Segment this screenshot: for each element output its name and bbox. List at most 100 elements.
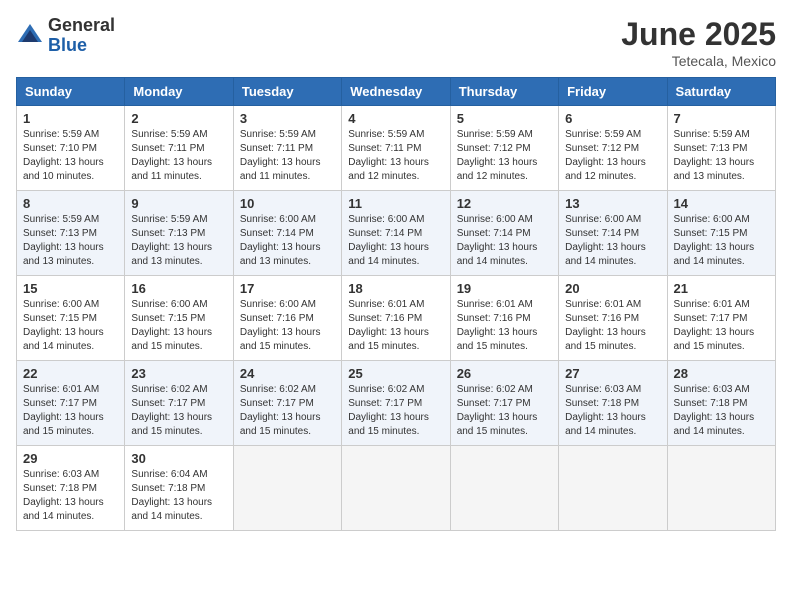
day-number: 21 (674, 281, 769, 296)
day-number: 29 (23, 451, 118, 466)
calendar-table: SundayMondayTuesdayWednesdayThursdayFrid… (16, 77, 776, 531)
day-info: Sunrise: 6:00 AMSunset: 7:15 PMDaylight:… (131, 298, 226, 354)
calendar-day-cell: 25 Sunrise: 6:02 AMSunset: 7:17 PMDayligh… (342, 361, 450, 446)
calendar-day-cell: 27Sunrise: 6:03 AMSunset: 7:18 PMDayligh… (559, 361, 667, 446)
day-number: 26 (457, 366, 552, 381)
day-info: Sunrise: 6:01 AMSunset: 7:16 PMDaylight:… (348, 298, 443, 354)
weekday-header: Sunday (17, 78, 125, 106)
calendar-day-cell: 18Sunrise: 6:01 AMSunset: 7:16 PMDayligh… (342, 276, 450, 361)
day-info: Sunrise: 6:02 AMSunset: 7:17 PMDaylight:… (457, 383, 552, 439)
day-info: Sunrise: 6:03 AMSunset: 7:18 PMDaylight:… (565, 383, 660, 439)
day-number: 10 (240, 196, 335, 211)
calendar-day-cell: 3 Sunrise: 5:59 AMSunset: 7:11 PMDaylight… (233, 106, 341, 191)
day-info: Sunrise: 6:02 AMSunset: 7:17 PMDaylight:… (240, 383, 335, 439)
day-info: Sunrise: 6:01 AMSunset: 7:17 PMDaylight:… (23, 383, 118, 439)
calendar-week-row: 15 Sunrise: 6:00 AMSunset: 7:15 PMDayligh… (17, 276, 776, 361)
calendar-day-cell: 16 Sunrise: 6:00 AMSunset: 7:15 PMDayligh… (125, 276, 233, 361)
calendar-day-cell: 26 Sunrise: 6:02 AMSunset: 7:17 PMDayligh… (450, 361, 558, 446)
calendar-day-cell: 2 Sunrise: 5:59 AMSunset: 7:11 PMDaylight… (125, 106, 233, 191)
day-number: 8 (23, 196, 118, 211)
day-number: 20 (565, 281, 660, 296)
calendar-day-cell: 12 Sunrise: 6:00 AMSunset: 7:14 PMDayligh… (450, 191, 558, 276)
day-number: 1 (23, 111, 118, 126)
day-number: 12 (457, 196, 552, 211)
day-number: 15 (23, 281, 118, 296)
day-info: Sunrise: 5:59 AMSunset: 7:13 PMDaylight:… (674, 128, 769, 184)
calendar-day-cell: 10 Sunrise: 6:00 AMSunset: 7:14 PMDayligh… (233, 191, 341, 276)
day-number: 14 (674, 196, 769, 211)
day-info: Sunrise: 6:04 AMSunset: 7:18 PMDaylight:… (131, 468, 226, 524)
day-info: Sunrise: 6:00 AMSunset: 7:15 PMDaylight:… (674, 213, 769, 269)
day-info: Sunrise: 6:02 AMSunset: 7:17 PMDaylight:… (131, 383, 226, 439)
calendar-day-cell: 29 Sunrise: 6:03 AMSunset: 7:18 PMDayligh… (17, 446, 125, 531)
calendar-header-row: SundayMondayTuesdayWednesdayThursdayFrid… (17, 78, 776, 106)
calendar-day-cell: 20 Sunrise: 6:01 AMSunset: 7:16 PMDayligh… (559, 276, 667, 361)
day-info: Sunrise: 6:00 AMSunset: 7:14 PMDaylight:… (348, 213, 443, 269)
day-number: 6 (565, 111, 660, 126)
calendar-day-cell (450, 446, 558, 531)
calendar-week-row: 22 Sunrise: 6:01 AMSunset: 7:17 PMDayligh… (17, 361, 776, 446)
day-info: Sunrise: 6:00 AMSunset: 7:14 PMDaylight:… (565, 213, 660, 269)
page-header: General Blue June 2025 Tetecala, Mexico (16, 16, 776, 69)
logo: General Blue (16, 16, 115, 56)
logo-general: General (48, 16, 115, 36)
calendar-day-cell: 14 Sunrise: 6:00 AMSunset: 7:15 PMDayligh… (667, 191, 775, 276)
calendar-day-cell (559, 446, 667, 531)
calendar-day-cell: 19Sunrise: 6:01 AMSunset: 7:16 PMDayligh… (450, 276, 558, 361)
calendar-day-cell: 7Sunrise: 5:59 AMSunset: 7:13 PMDaylight… (667, 106, 775, 191)
calendar-day-cell: 28 Sunrise: 6:03 AMSunset: 7:18 PMDayligh… (667, 361, 775, 446)
calendar-day-cell: 9Sunrise: 5:59 AMSunset: 7:13 PMDaylight… (125, 191, 233, 276)
day-info: Sunrise: 6:01 AMSunset: 7:16 PMDaylight:… (457, 298, 552, 354)
day-number: 16 (131, 281, 226, 296)
day-number: 3 (240, 111, 335, 126)
calendar-day-cell: 15 Sunrise: 6:00 AMSunset: 7:15 PMDayligh… (17, 276, 125, 361)
day-number: 25 (348, 366, 443, 381)
day-info: Sunrise: 6:03 AMSunset: 7:18 PMDaylight:… (23, 468, 118, 524)
weekday-header: Monday (125, 78, 233, 106)
day-info: Sunrise: 6:02 AMSunset: 7:17 PMDaylight:… (348, 383, 443, 439)
calendar-day-cell: 21Sunrise: 6:01 AMSunset: 7:17 PMDayligh… (667, 276, 775, 361)
weekday-header: Saturday (667, 78, 775, 106)
calendar-week-row: 29 Sunrise: 6:03 AMSunset: 7:18 PMDayligh… (17, 446, 776, 531)
day-info: Sunrise: 6:01 AMSunset: 7:16 PMDaylight:… (565, 298, 660, 354)
day-info: Sunrise: 6:00 AMSunset: 7:14 PMDaylight:… (240, 213, 335, 269)
weekday-header: Thursday (450, 78, 558, 106)
day-info: Sunrise: 6:00 AMSunset: 7:14 PMDaylight:… (457, 213, 552, 269)
calendar-day-cell: 5 Sunrise: 5:59 AMSunset: 7:12 PMDaylight… (450, 106, 558, 191)
calendar-day-cell: 22 Sunrise: 6:01 AMSunset: 7:17 PMDayligh… (17, 361, 125, 446)
day-number: 4 (348, 111, 443, 126)
weekday-header: Tuesday (233, 78, 341, 106)
day-number: 22 (23, 366, 118, 381)
calendar-day-cell: 13Sunrise: 6:00 AMSunset: 7:14 PMDayligh… (559, 191, 667, 276)
logo-blue: Blue (48, 36, 115, 56)
calendar-day-cell (667, 446, 775, 531)
calendar-day-cell (233, 446, 341, 531)
day-info: Sunrise: 6:00 AMSunset: 7:16 PMDaylight:… (240, 298, 335, 354)
day-info: Sunrise: 5:59 AMSunset: 7:10 PMDaylight:… (23, 128, 118, 184)
title-block: June 2025 Tetecala, Mexico (621, 16, 776, 69)
day-number: 5 (457, 111, 552, 126)
month-title: June 2025 (621, 16, 776, 53)
calendar-day-cell: 8 Sunrise: 5:59 AMSunset: 7:13 PMDaylight… (17, 191, 125, 276)
day-info: Sunrise: 5:59 AMSunset: 7:11 PMDaylight:… (240, 128, 335, 184)
day-info: Sunrise: 5:59 AMSunset: 7:12 PMDaylight:… (457, 128, 552, 184)
day-number: 24 (240, 366, 335, 381)
day-number: 28 (674, 366, 769, 381)
day-number: 17 (240, 281, 335, 296)
day-info: Sunrise: 5:59 AMSunset: 7:11 PMDaylight:… (131, 128, 226, 184)
calendar-day-cell: 30Sunrise: 6:04 AMSunset: 7:18 PMDayligh… (125, 446, 233, 531)
calendar-day-cell: 17 Sunrise: 6:00 AMSunset: 7:16 PMDayligh… (233, 276, 341, 361)
location: Tetecala, Mexico (621, 53, 776, 69)
day-info: Sunrise: 5:59 AMSunset: 7:13 PMDaylight:… (23, 213, 118, 269)
calendar-day-cell: 6Sunrise: 5:59 AMSunset: 7:12 PMDaylight… (559, 106, 667, 191)
calendar-day-cell: 23Sunrise: 6:02 AMSunset: 7:17 PMDayligh… (125, 361, 233, 446)
calendar-day-cell: 24 Sunrise: 6:02 AMSunset: 7:17 PMDayligh… (233, 361, 341, 446)
day-number: 2 (131, 111, 226, 126)
logo-icon (16, 22, 44, 50)
calendar-day-cell: 1 Sunrise: 5:59 AMSunset: 7:10 PMDaylight… (17, 106, 125, 191)
day-info: Sunrise: 6:00 AMSunset: 7:15 PMDaylight:… (23, 298, 118, 354)
weekday-header: Friday (559, 78, 667, 106)
logo-text: General Blue (48, 16, 115, 56)
day-info: Sunrise: 6:03 AMSunset: 7:18 PMDaylight:… (674, 383, 769, 439)
day-number: 11 (348, 196, 443, 211)
